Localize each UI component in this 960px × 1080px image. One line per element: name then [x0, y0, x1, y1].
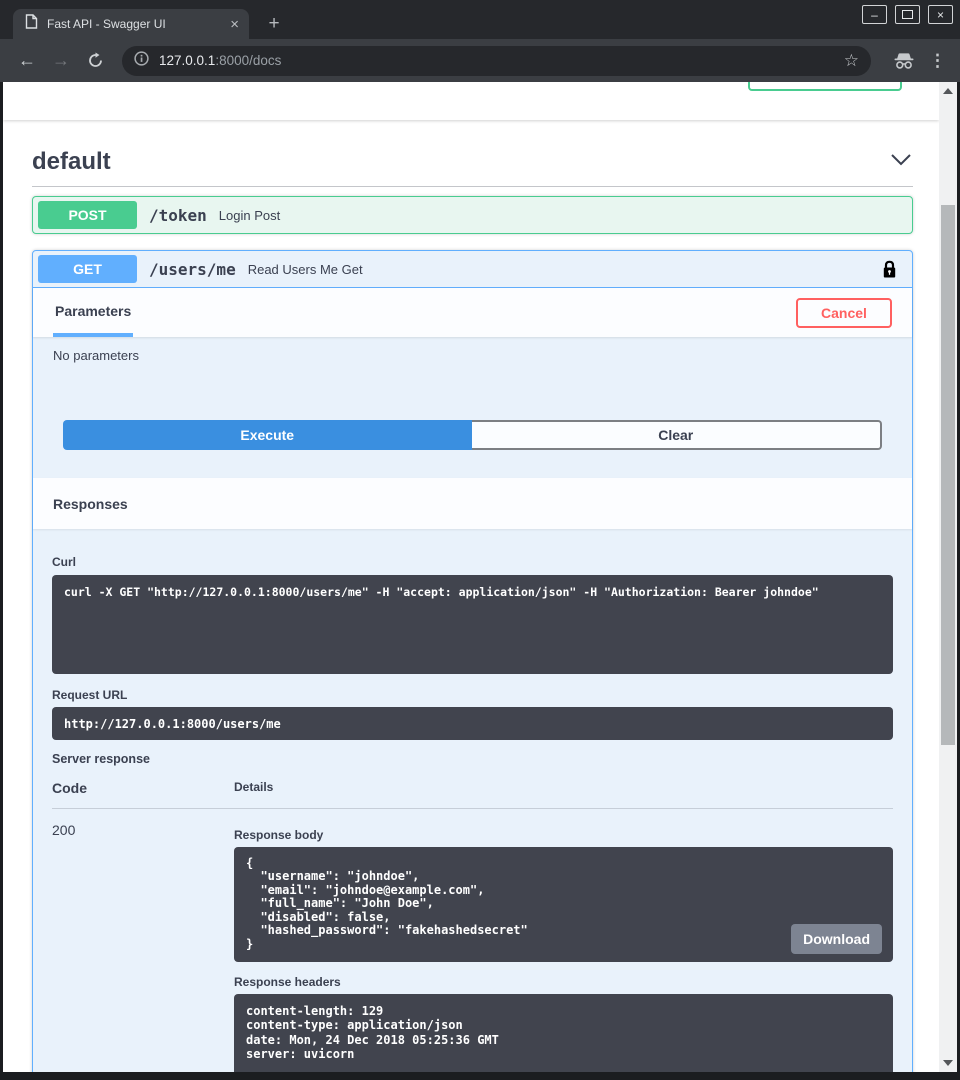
tag-title: default [32, 147, 111, 177]
tab-close-icon[interactable]: × [228, 17, 241, 32]
minimize-button[interactable]: – [862, 5, 887, 24]
swagger-page: default POST /token Login Post GET /user… [3, 82, 939, 1072]
request-url-label: Request URL [52, 688, 893, 702]
endpoint-summary: Read Users Me Get [248, 262, 363, 277]
execute-row: Execute Clear [63, 420, 882, 450]
incognito-icon [893, 52, 915, 70]
opblock-summary[interactable]: GET /users/me Read Users Me Get [33, 251, 912, 288]
bookmark-star-icon[interactable]: ☆ [844, 51, 859, 71]
new-tab-button[interactable]: + [262, 13, 286, 37]
status-code: 200 [52, 820, 234, 1072]
response-headers-text: content-length: 129 content-type: applic… [246, 1004, 881, 1062]
tab-parameters[interactable]: Parameters [53, 288, 133, 337]
method-badge-get: GET [38, 255, 137, 283]
close-button[interactable]: × [928, 5, 953, 24]
response-headers-label: Response headers [234, 975, 893, 989]
clear-button[interactable]: Clear [472, 420, 883, 450]
favicon-document-icon [25, 14, 38, 34]
scrollbar-thumb[interactable] [941, 205, 955, 745]
opblock-summary[interactable]: POST /token Login Post [33, 197, 912, 233]
tab-title: Fast API - Swagger UI [47, 17, 228, 31]
curl-command-box[interactable]: curl -X GET "http://127.0.0.1:8000/users… [52, 575, 893, 674]
server-response-label: Server response [52, 752, 893, 766]
method-badge-post: POST [38, 201, 137, 229]
browser-toolbar: ← → 127.0.0.1:8000/docs ☆ ⋮ [0, 39, 960, 82]
endpoint-path: /token [149, 206, 207, 225]
response-row-200: 200 Response body { "username": "johndoe… [52, 809, 893, 1072]
request-url-box: http://127.0.0.1:8000/users/me [52, 707, 893, 740]
request-url: http://127.0.0.1:8000/users/me [64, 717, 281, 731]
browser-titlebar: Fast API - Swagger UI × + – × [0, 0, 960, 39]
response-body-json: { "username": "johndoe", "email": "johnd… [246, 857, 881, 951]
code-column-header: Code [52, 780, 234, 796]
chevron-down-icon[interactable] [889, 152, 913, 173]
details-column-header: Details [234, 780, 273, 796]
parameters-section: No parameters Execute Clear [33, 337, 912, 478]
endpoint-summary: Login Post [219, 208, 280, 223]
opblock-post-token[interactable]: POST /token Login Post [32, 196, 913, 234]
url-input[interactable]: 127.0.0.1:8000/docs [159, 53, 281, 68]
url-host: 127.0.0.1 [159, 53, 215, 68]
page-scrollbar[interactable] [939, 82, 957, 1072]
responses-section-header: Responses [33, 478, 912, 529]
browser-tab[interactable]: Fast API - Swagger UI × [13, 9, 249, 39]
curl-label: Curl [52, 555, 893, 569]
download-button[interactable]: Download [791, 924, 882, 954]
maximize-icon [902, 10, 913, 19]
tag-section-header[interactable]: default [32, 147, 913, 187]
maximize-button[interactable] [895, 5, 920, 24]
response-body-box: { "username": "johndoe", "email": "johnd… [234, 847, 893, 962]
opblock-get-users-me: GET /users/me Read Users Me Get Paramete… [32, 250, 913, 1072]
url-path: :8000/docs [215, 53, 281, 68]
scrollbar-up-arrow-icon[interactable] [943, 88, 953, 94]
scrollbar-down-arrow-icon[interactable] [943, 1060, 953, 1066]
curl-command: curl -X GET "http://127.0.0.1:8000/users… [64, 585, 881, 599]
api-operations: default POST /token Login Post GET /user… [3, 147, 939, 1072]
site-info-icon[interactable] [134, 51, 149, 71]
browser-menu-icon[interactable]: ⋮ [929, 51, 946, 71]
response-table-header: Code Details [52, 780, 893, 809]
responses-title: Responses [53, 496, 128, 512]
info-section-bottom [3, 82, 939, 120]
responses-section: Curl curl -X GET "http://127.0.0.1:8000/… [33, 529, 912, 1072]
address-bar[interactable]: 127.0.0.1:8000/docs ☆ [122, 46, 871, 76]
response-details: Response body { "username": "johndoe", "… [234, 820, 893, 1072]
window-controls: – × [862, 5, 953, 24]
endpoint-path: /users/me [149, 260, 236, 279]
response-body-label: Response body [234, 828, 893, 842]
execute-button[interactable]: Execute [63, 420, 472, 450]
cancel-button[interactable]: Cancel [796, 298, 892, 328]
operation-tab-header: Parameters Cancel [33, 288, 912, 337]
authorize-button-fragment[interactable] [748, 82, 902, 91]
reload-icon[interactable] [82, 52, 108, 69]
response-headers-box: content-length: 129 content-type: applic… [234, 994, 893, 1072]
back-icon[interactable]: ← [14, 50, 40, 71]
forward-icon: → [48, 50, 74, 71]
padlock-icon[interactable] [882, 260, 897, 279]
no-parameters-text: No parameters [53, 348, 892, 363]
